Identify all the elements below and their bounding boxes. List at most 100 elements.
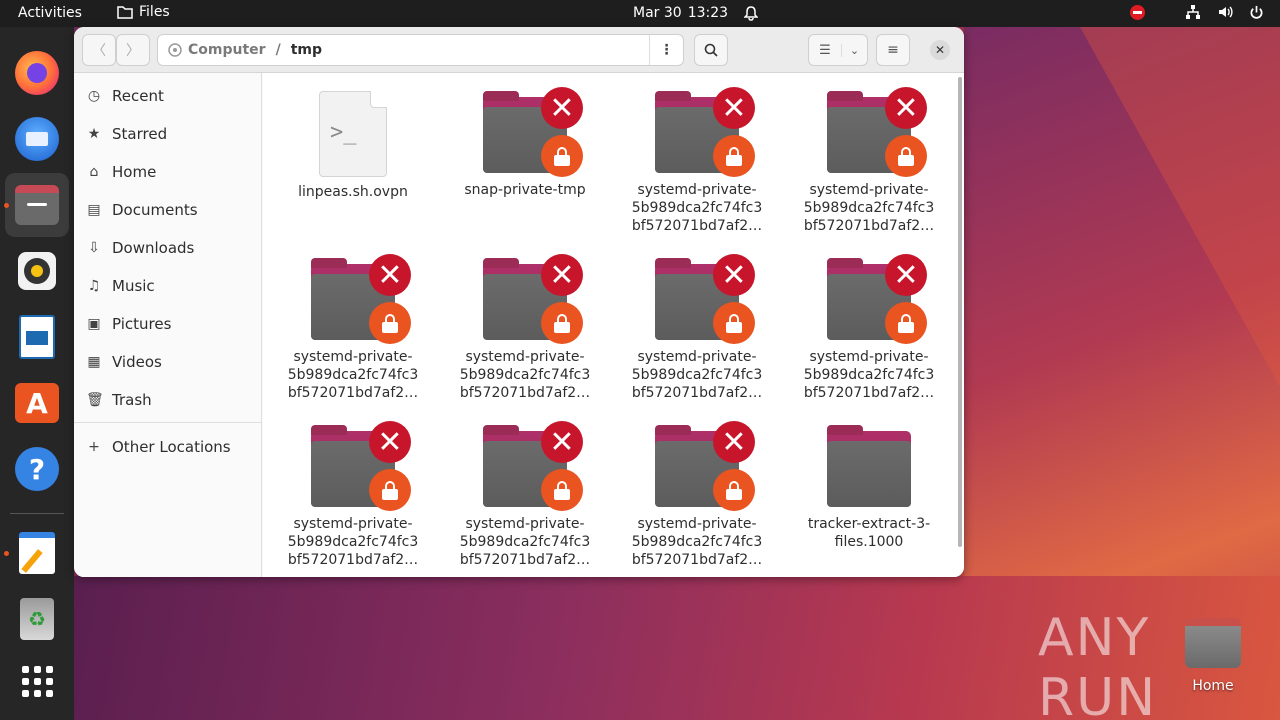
file-name-line3: bf572071bd7af2… [287, 385, 419, 401]
search-icon [704, 43, 718, 57]
path-bar[interactable]: Computer / tmp ⋮ [157, 34, 684, 66]
top-bar: Activities Files Mar 30 13:23 [0, 0, 1280, 27]
clock[interactable]: Mar 30 13:23 [633, 5, 759, 21]
main-menu-button[interactable]: ≡ [876, 34, 910, 66]
time-label: 13:23 [687, 5, 729, 21]
show-apps-button[interactable] [5, 649, 69, 713]
file-item[interactable]: ✕ systemd-private- 5b989dca2fc74fc3 bf57207… [789, 254, 949, 402]
system-tray[interactable] [1130, 4, 1264, 20]
file-name: snap-private-tmp [445, 181, 605, 199]
sidebar-item-downloads[interactable]: ⇩ Downloads [86, 233, 194, 263]
file-name-line2: 5b989dca2fc74fc3 [631, 534, 763, 550]
text-editor-launcher[interactable] [5, 521, 69, 585]
lock-emblem-icon [369, 302, 411, 344]
file-name-line1: systemd-private- [809, 182, 929, 198]
files-launcher[interactable] [5, 173, 69, 237]
file-name-line3: bf572071bd7af2… [631, 385, 763, 401]
sidebar-item-videos[interactable]: ▦ Videos [86, 347, 161, 377]
file-item[interactable]: ✕ snap-private-tmp [445, 87, 605, 199]
unreadable-emblem-icon: ✕ [541, 87, 583, 129]
star-icon: ★ [87, 126, 101, 142]
back-button[interactable]: 〈 [82, 34, 116, 66]
text-editor-icon [19, 532, 55, 574]
trash-launcher[interactable]: ♻ [5, 587, 69, 651]
writer-launcher[interactable] [5, 305, 69, 369]
folder-icon: ✕ [311, 421, 411, 511]
dock-separator [10, 513, 64, 514]
sidebar-item-documents[interactable]: ▤ Documents [86, 195, 197, 225]
file-item[interactable]: >_ linpeas.sh.ovpn [273, 91, 433, 201]
libreoffice-writer-icon [19, 315, 55, 359]
path-separator: / [275, 42, 281, 58]
home-folder-icon [1185, 618, 1241, 668]
unreadable-emblem-icon: ✕ [713, 254, 755, 296]
file-name-line3: bf572071bd7af2… [459, 552, 591, 568]
hamburger-icon: ≡ [887, 42, 899, 58]
lock-emblem-icon [541, 302, 583, 344]
sidebar-item-home[interactable]: ⌂ Home [86, 157, 157, 187]
path-current[interactable]: tmp [285, 42, 328, 58]
thunderbird-launcher[interactable] [5, 107, 69, 171]
sidebar-item-starred[interactable]: ★ Starred [86, 119, 167, 149]
file-name-line2: 5b989dca2fc74fc3 [803, 367, 935, 383]
forward-button[interactable]: 〉 [116, 34, 150, 66]
sidebar-item-label: Home [112, 163, 157, 181]
file-item[interactable]: ✕ systemd-private- 5b989dca2fc74fc3 bf57207… [273, 254, 433, 402]
lock-emblem-icon [541, 469, 583, 511]
do-not-disturb-icon [1130, 4, 1145, 20]
trash-icon: 🗑 [86, 392, 104, 408]
file-item[interactable]: ✕ systemd-private- 5b989dca2fc74fc3 bf57207… [789, 87, 949, 235]
desktop-home-folder[interactable]: Home [1184, 618, 1242, 694]
file-name-line1: systemd-private- [465, 349, 585, 365]
unreadable-emblem-icon: ✕ [541, 421, 583, 463]
file-name-line3: bf572071bd7af2… [631, 218, 763, 234]
path-menu-button[interactable]: ⋮ [649, 35, 683, 65]
sidebar-item-trash[interactable]: 🗑 Trash [86, 385, 152, 415]
unreadable-emblem-icon: ✕ [541, 254, 583, 296]
help-icon: ? [15, 447, 59, 491]
file-name-line1: snap-private-tmp [464, 182, 586, 198]
file-item[interactable]: ✕ systemd-private- 5b989dca2fc74fc3 bf57207… [617, 421, 777, 569]
file-item[interactable]: ✕ systemd-private- 5b989dca2fc74fc3 bf57207… [617, 254, 777, 402]
folder-icon [827, 425, 911, 509]
file-item[interactable]: ✕ systemd-private- 5b989dca2fc74fc3 bf57207… [617, 87, 777, 235]
app-name: Files [139, 4, 170, 20]
folder-icon: ✕ [483, 421, 583, 511]
file-item[interactable]: ✕ systemd-private- 5b989dca2fc74fc3 bf57207… [273, 421, 433, 569]
folder-icon: ✕ [655, 87, 755, 177]
folder-icon: ✕ [827, 87, 927, 177]
lock-emblem-icon [885, 302, 927, 344]
file-name-line1: linpeas.sh.ovpn [298, 184, 408, 200]
close-button[interactable]: ✕ [930, 40, 950, 60]
file-item[interactable]: ✕ systemd-private- 5b989dca2fc74fc3 bf57207… [445, 254, 605, 402]
app-center-launcher[interactable]: A [5, 371, 69, 435]
rhythmbox-launcher[interactable] [5, 239, 69, 303]
file-name: tracker-extract-3- files.1000 [789, 515, 949, 551]
date-label: Mar 30 [633, 5, 682, 21]
sidebar-item-pictures[interactable]: ▣ Pictures [86, 309, 171, 339]
activities-button[interactable]: Activities [18, 5, 82, 21]
help-launcher[interactable]: ? [5, 437, 69, 501]
app-menu[interactable]: Files [117, 4, 170, 20]
sidebar-item-music[interactable]: ♫ Music [86, 271, 155, 301]
file-name-line2: 5b989dca2fc74fc3 [803, 200, 935, 216]
folder-icon: ✕ [655, 421, 755, 511]
file-name-line1: tracker-extract-3- [807, 516, 931, 532]
view-toggle[interactable]: ☰ ⌄ [808, 34, 868, 66]
search-button[interactable] [694, 34, 728, 66]
sidebar-item-other-locations[interactable]: + Other Locations [86, 432, 231, 462]
more-vertical-icon: ⋮ [659, 42, 674, 58]
unreadable-emblem-icon: ✕ [369, 421, 411, 463]
file-name-line2: 5b989dca2fc74fc3 [631, 367, 763, 383]
file-name: systemd-private- 5b989dca2fc74fc3 bf572071… [273, 515, 433, 569]
firefox-launcher[interactable] [5, 41, 69, 105]
file-item[interactable]: tracker-extract-3- files.1000 [789, 425, 949, 551]
sidebar-item-recent[interactable]: ◷ Recent [86, 81, 164, 111]
file-name-line2: 5b989dca2fc74fc3 [459, 367, 591, 383]
file-item[interactable]: ✕ systemd-private- 5b989dca2fc74fc3 bf57207… [445, 421, 605, 569]
path-root[interactable]: Computer [182, 42, 272, 58]
file-name-line1: systemd-private- [637, 516, 757, 532]
sidebar-item-label: Music [112, 277, 155, 295]
scrollbar[interactable] [958, 77, 962, 547]
text-editor-running-indicator [4, 551, 9, 556]
